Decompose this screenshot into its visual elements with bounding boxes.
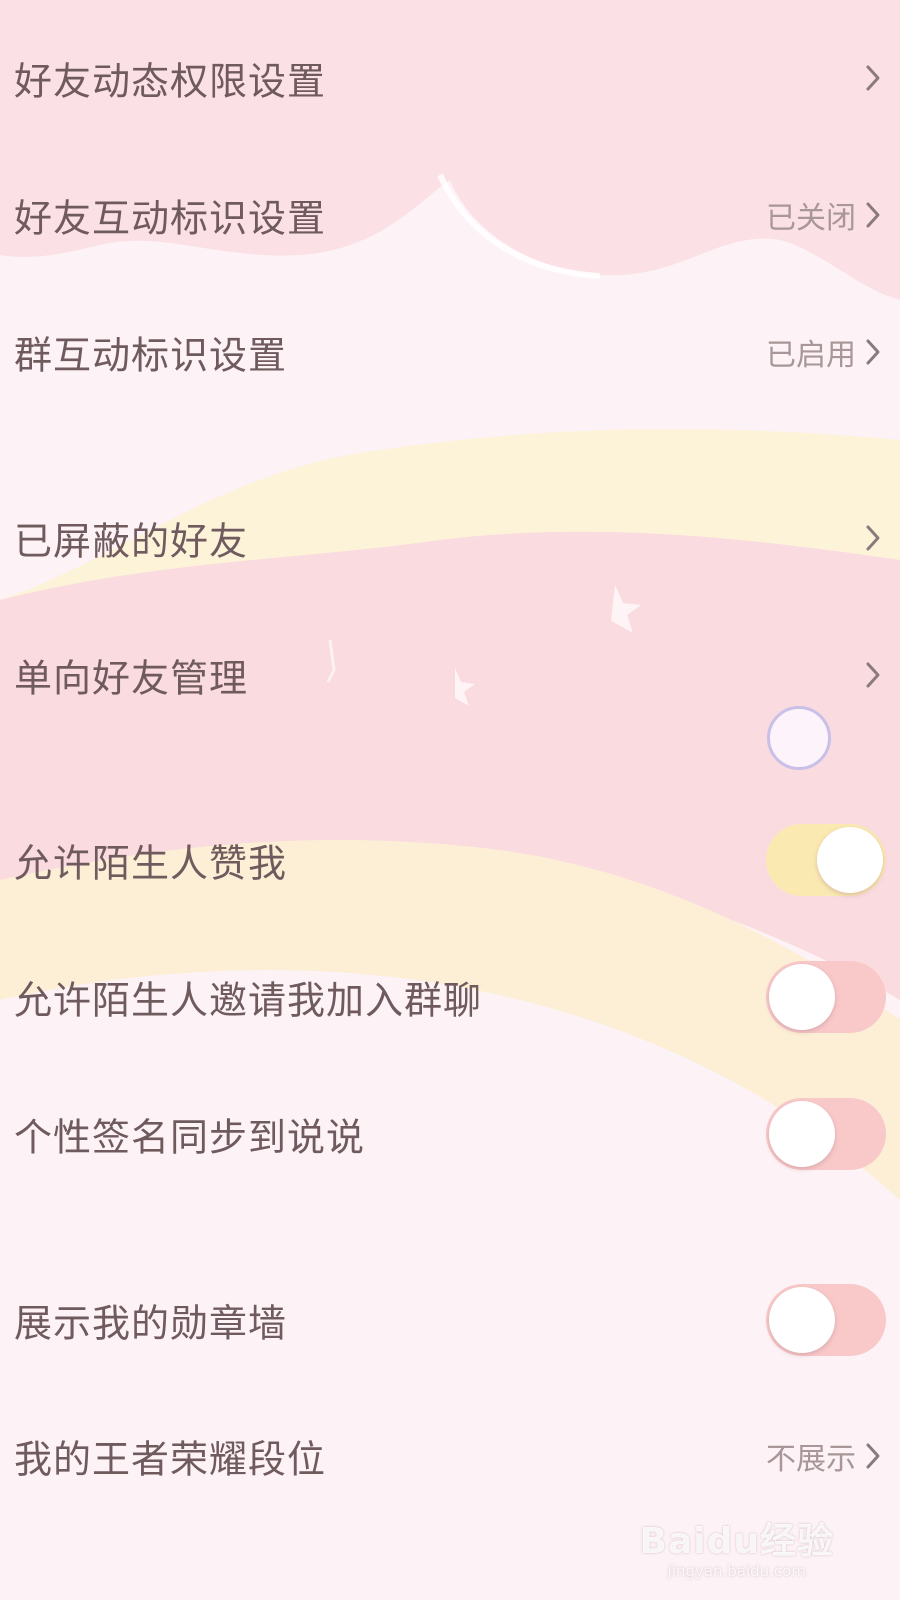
settings-row-label: 个性签名同步到说说 [14,1115,366,1160]
settings-row[interactable]: 好友动态权限设置 [0,18,900,138]
chevron-right-icon [866,1443,880,1469]
chevron-right-icon [866,339,880,365]
settings-row-label: 允许陌生人赞我 [14,841,288,886]
watermark-logo: Baidu经验 [639,1521,834,1562]
chevron-right-icon [866,662,880,688]
settings-row[interactable]: 好友互动标识设置 已关闭 [0,155,900,275]
settings-row[interactable]: 允许陌生人赞我 [0,800,900,920]
settings-row-label: 我的王者荣耀段位 [14,1437,327,1482]
toggle-knob [769,1287,835,1353]
settings-row-label: 单向好友管理 [14,656,249,701]
settings-row-label: 允许陌生人邀请我加入群聊 [14,978,483,1023]
toggle-switch[interactable] [766,824,886,896]
chevron-right-icon [866,65,880,91]
settings-row-label: 群互动标识设置 [14,333,288,378]
settings-row-value: 已关闭 [766,201,856,236]
chevron-right-icon [866,525,880,551]
settings-row-label: 好友互动标识设置 [14,196,327,241]
settings-row[interactable]: 已屏蔽的好友 [0,478,900,598]
chevron-right-icon [866,202,880,228]
toggle-switch[interactable] [766,961,886,1033]
settings-row-label: 已屏蔽的好友 [14,519,249,564]
toggle-knob [769,1101,835,1167]
toggle-knob [817,827,883,893]
settings-row[interactable]: 展示我的勋章墙 [0,1260,900,1380]
watermark-url: jingyan.baidu.com [667,1562,806,1580]
toggle-switch[interactable] [766,1284,886,1356]
toggle-switch[interactable] [766,1098,886,1170]
settings-row[interactable]: 群互动标识设置 已启用 [0,292,900,412]
settings-row-label: 好友动态权限设置 [14,59,327,104]
settings-row-label: 展示我的勋章墙 [14,1301,288,1346]
settings-row[interactable]: 单向好友管理 [0,615,900,735]
settings-row[interactable]: 允许陌生人邀请我加入群聊 [0,937,900,1057]
settings-row-value: 不展示 [766,1442,856,1477]
baidu-jingyan-watermark: Baidu经验 jingyan.baidu.com [640,1512,834,1580]
settings-row[interactable]: 我的王者荣耀段位 不展示 [0,1396,900,1516]
settings-row[interactable]: 个性签名同步到说说 [0,1074,900,1194]
floating-circle-icon[interactable] [767,706,831,770]
settings-row-value: 已启用 [766,338,856,373]
toggle-knob [769,964,835,1030]
